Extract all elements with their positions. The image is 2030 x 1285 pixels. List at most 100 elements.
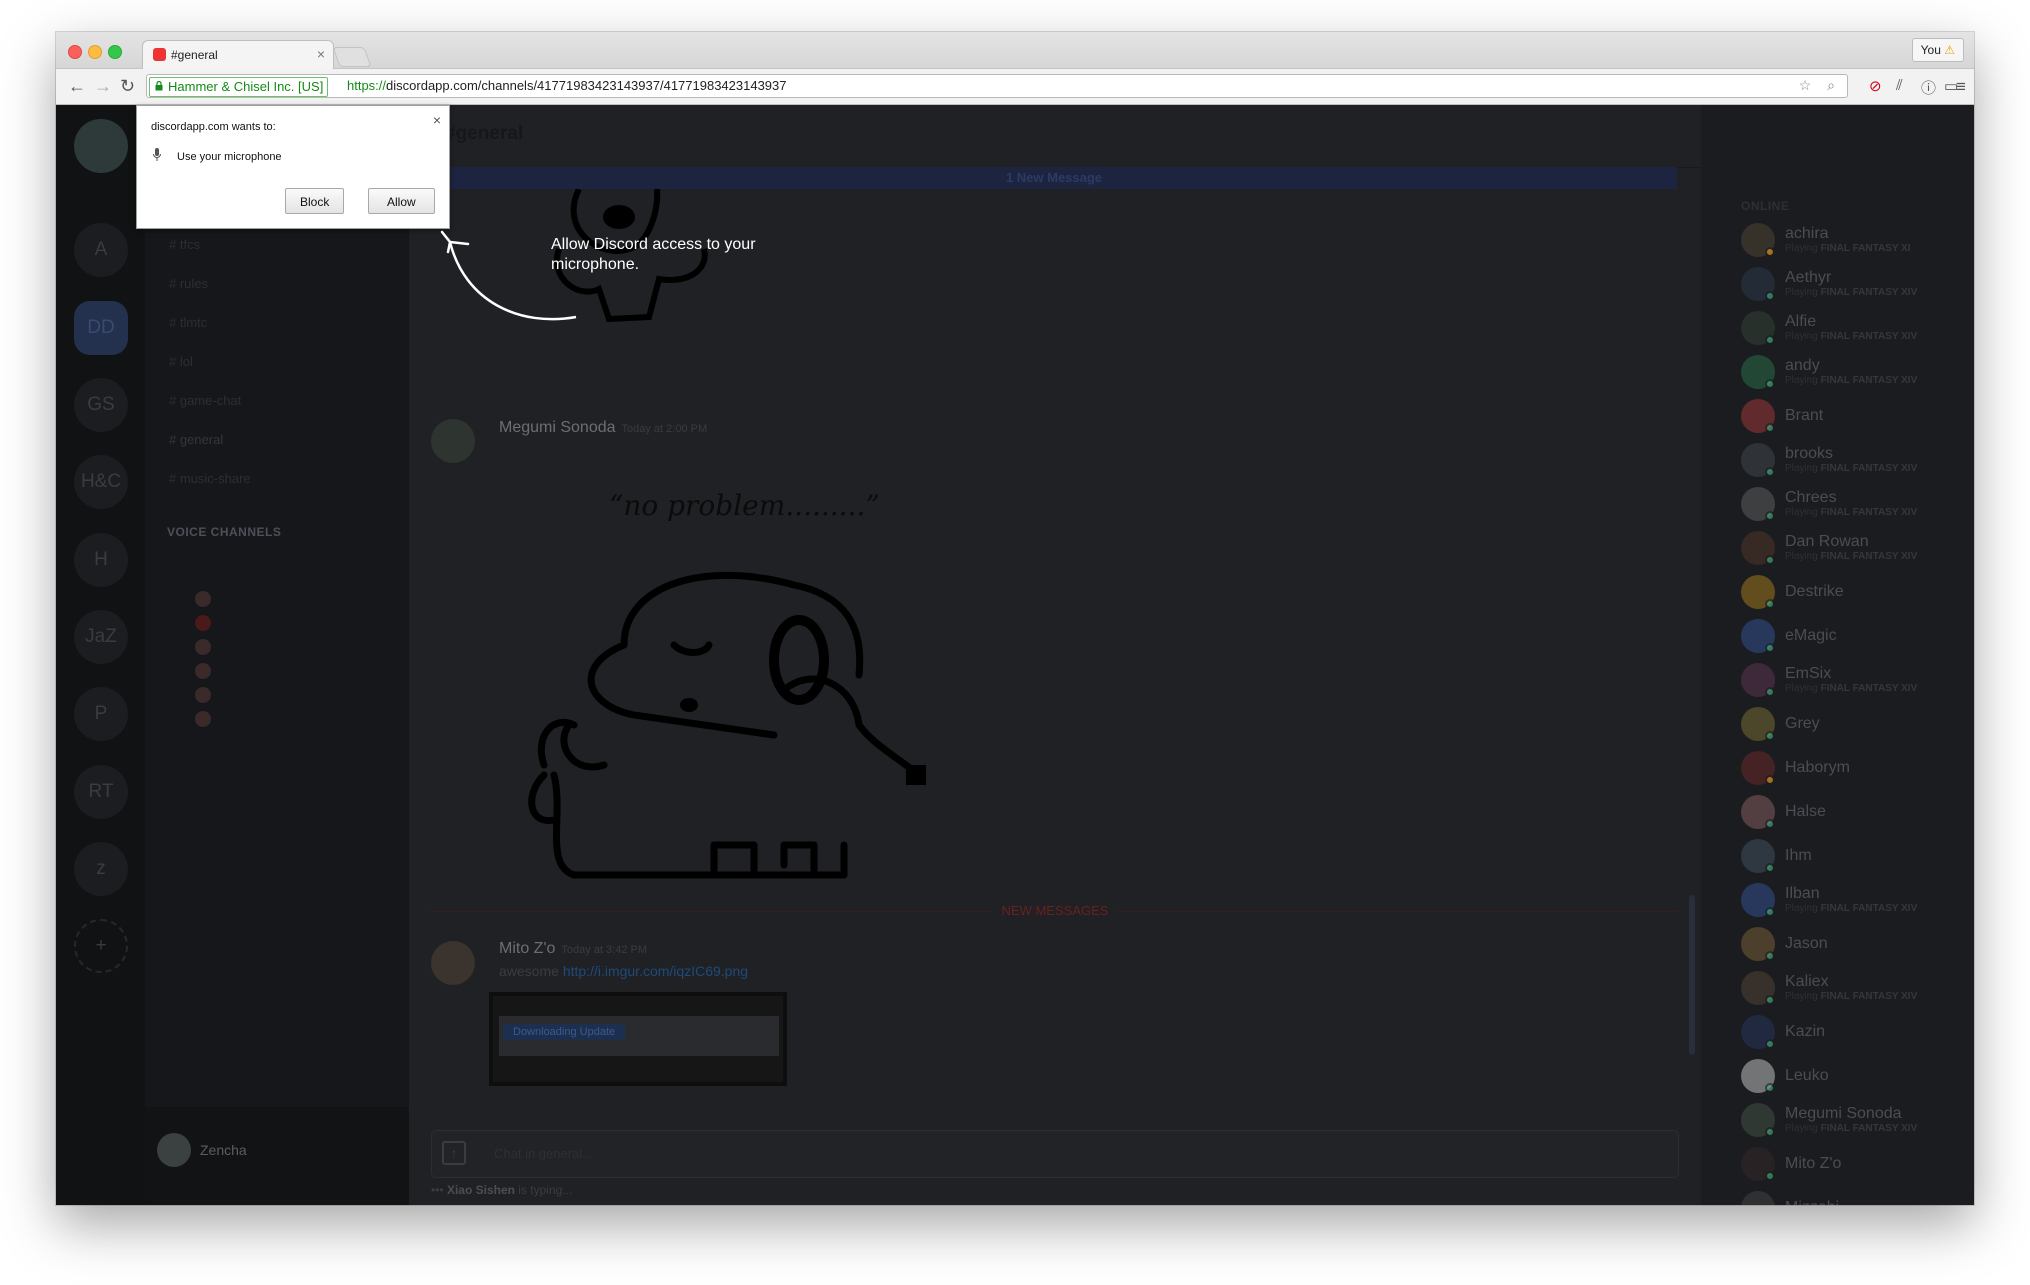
member-item[interactable]: andy Playing FINAL FANTASY XIV [1741, 355, 1961, 395]
user-name: Zencha [200, 1142, 247, 1158]
discord-app: A DD GS H&C H JaZ P RT z + # tfcs # rule… [56, 105, 1974, 1205]
browser-toolbar: ← → ↻ Hammer & Chisel Inc. [US] https://… [56, 69, 1974, 104]
member-item[interactable]: achira Playing FINAL FANTASY XI [1741, 223, 1961, 263]
address-bar[interactable]: Hammer & Chisel Inc. [US] https://discor… [146, 74, 1848, 98]
close-window-icon[interactable] [68, 45, 82, 59]
server-icon[interactable]: H [74, 533, 128, 587]
new-messages-text: NEW MESSAGES [991, 903, 1119, 918]
browser-chrome: #general × You ⚠ ← → ↻ Hammer & Chisel I… [56, 32, 1974, 105]
game-name: FINAL FANTASY XI [1820, 243, 1911, 254]
minimize-window-icon[interactable] [88, 45, 102, 59]
channel-item[interactable]: # music-share [169, 471, 251, 486]
member-item[interactable]: Kaliex Playing FINAL FANTASY XIV [1741, 971, 1961, 1011]
server-icon[interactable]: A [74, 223, 128, 277]
adblock-extension-icon[interactable]: ⊘ [1869, 77, 1882, 95]
block-button[interactable]: Block [285, 188, 345, 214]
microphone-hint: Allow Discord access to your microphone. [551, 236, 756, 273]
avatar[interactable] [431, 941, 475, 985]
maximize-window-icon[interactable] [108, 45, 122, 59]
channel-item[interactable]: # tlmtc [169, 315, 207, 330]
member-item[interactable]: Alfie Playing FINAL FANTASY XIV [1741, 311, 1961, 351]
member-name: EmSix [1785, 665, 1832, 682]
member-item[interactable]: Destrike [1741, 575, 1961, 615]
status-dot [1765, 687, 1775, 697]
member-item[interactable]: Mizzabi [1741, 1191, 1961, 1205]
profile-button[interactable]: You ⚠ [1911, 38, 1964, 62]
close-tab-icon[interactable]: × [317, 46, 325, 62]
reload-icon[interactable]: ↻ [120, 77, 135, 95]
bookmark-star-icon[interactable]: ☆ ⌕ [1799, 77, 1841, 94]
member-item[interactable]: Mito Z'o [1741, 1147, 1961, 1187]
server-icon[interactable]: GS [74, 378, 128, 432]
member-item[interactable]: EmSix Playing FINAL FANTASY XIV [1741, 663, 1961, 703]
user-home-avatar[interactable] [74, 119, 128, 173]
member-item[interactable]: Chrees Playing FINAL FANTASY XIV [1741, 487, 1961, 527]
server-icon[interactable]: P [74, 687, 128, 741]
chat-scrollbar[interactable] [1689, 895, 1695, 1055]
message-link[interactable]: http://i.imgur.com/iqzIC69.png [563, 963, 748, 979]
permission-prompt: discordapp.com wants to: × Use your micr… [136, 105, 450, 229]
server-icon[interactable]: z [74, 842, 128, 896]
member-item[interactable]: Grey [1741, 707, 1961, 747]
back-icon[interactable]: ← [68, 77, 86, 95]
voice-channels-header[interactable]: VOICE CHANNELS [167, 525, 281, 539]
channel-item[interactable]: # game-chat [169, 393, 241, 408]
server-icon[interactable]: RT [74, 765, 128, 819]
tab-general[interactable]: #general × [142, 40, 334, 69]
status-dot [1765, 995, 1775, 1005]
voice-user [195, 639, 219, 655]
user-avatar[interactable] [157, 1133, 191, 1167]
info-extension-icon[interactable]: ⓘ [1921, 77, 1936, 98]
channel-item[interactable]: # tfcs [169, 237, 200, 252]
avatar[interactable] [431, 419, 475, 463]
member-item[interactable]: eMagic [1741, 619, 1961, 659]
member-item[interactable]: Megumi Sonoda Playing FINAL FANTASY XIV [1741, 1103, 1961, 1143]
upload-icon[interactable]: ↑ [442, 1141, 466, 1165]
member-item[interactable]: Leuko [1741, 1059, 1961, 1099]
channel-item[interactable]: # rules [169, 276, 208, 291]
member-activity: Playing FINAL FANTASY XIV [1785, 375, 1917, 386]
ev-certificate-badge[interactable]: Hammer & Chisel Inc. [US] [149, 77, 329, 97]
new-tab-button[interactable] [332, 47, 372, 67]
allow-button[interactable]: Allow [368, 188, 435, 214]
member-item[interactable]: Dan Rowan Playing FINAL FANTASY XIV [1741, 531, 1961, 571]
channel-item[interactable]: # lol [169, 354, 193, 369]
url-text: https://discordapp.com/channels/41771983… [347, 77, 787, 95]
server-icon-active[interactable]: DD [74, 301, 128, 355]
channel-item-active[interactable]: # general [169, 432, 223, 447]
avatar [195, 711, 211, 727]
close-icon[interactable]: × [433, 112, 441, 128]
status-dot [1765, 907, 1775, 917]
member-item[interactable]: Halse [1741, 795, 1961, 835]
member-item[interactable]: brooks Playing FINAL FANTASY XIV [1741, 443, 1961, 483]
playing-prefix: Playing [1785, 991, 1821, 1002]
avatar [195, 639, 211, 655]
member-item[interactable]: Ihm [1741, 839, 1961, 879]
member-item[interactable]: Jason [1741, 927, 1961, 967]
author-name: Megumi Sonoda [499, 419, 616, 436]
composer-placeholder: Chat in general... [494, 1146, 594, 1161]
menu-icon[interactable]: ≡ [1956, 77, 1966, 97]
extension-icon[interactable]: ⫽ [1896, 77, 1903, 94]
member-item[interactable]: Kazin [1741, 1015, 1961, 1055]
image-embed[interactable]: Downloading Update [489, 992, 787, 1086]
member-item[interactable]: Aethyr Playing FINAL FANTASY XIV [1741, 267, 1961, 307]
server-icon[interactable]: H&C [74, 455, 128, 509]
member-item[interactable]: Ilban Playing FINAL FANTASY XIV [1741, 883, 1961, 923]
playing-prefix: Playing [1785, 375, 1821, 386]
member-item[interactable]: Haborym [1741, 751, 1961, 791]
member-item[interactable]: Brant [1741, 399, 1961, 439]
new-messages-bar[interactable]: 1 New Message [431, 167, 1677, 189]
doodle-image-main[interactable] [514, 565, 954, 885]
status-dot [1765, 1039, 1775, 1049]
message-composer[interactable]: ↑ Chat in general... [431, 1130, 1679, 1178]
message-author[interactable]: Mito Z'o Today at 3:42 PM [499, 940, 647, 958]
avatar [195, 615, 211, 631]
member-name: Mizzabi [1785, 1199, 1839, 1205]
new-messages-label: NEW MESSAGES [409, 903, 1701, 918]
user-panel: Zencha [145, 1107, 409, 1205]
message-author[interactable]: Megumi Sonoda Today at 2:00 PM [499, 419, 707, 437]
add-server-button[interactable]: + [74, 919, 128, 973]
server-icon[interactable]: JaZ [74, 610, 128, 664]
forward-icon[interactable]: → [94, 77, 112, 95]
